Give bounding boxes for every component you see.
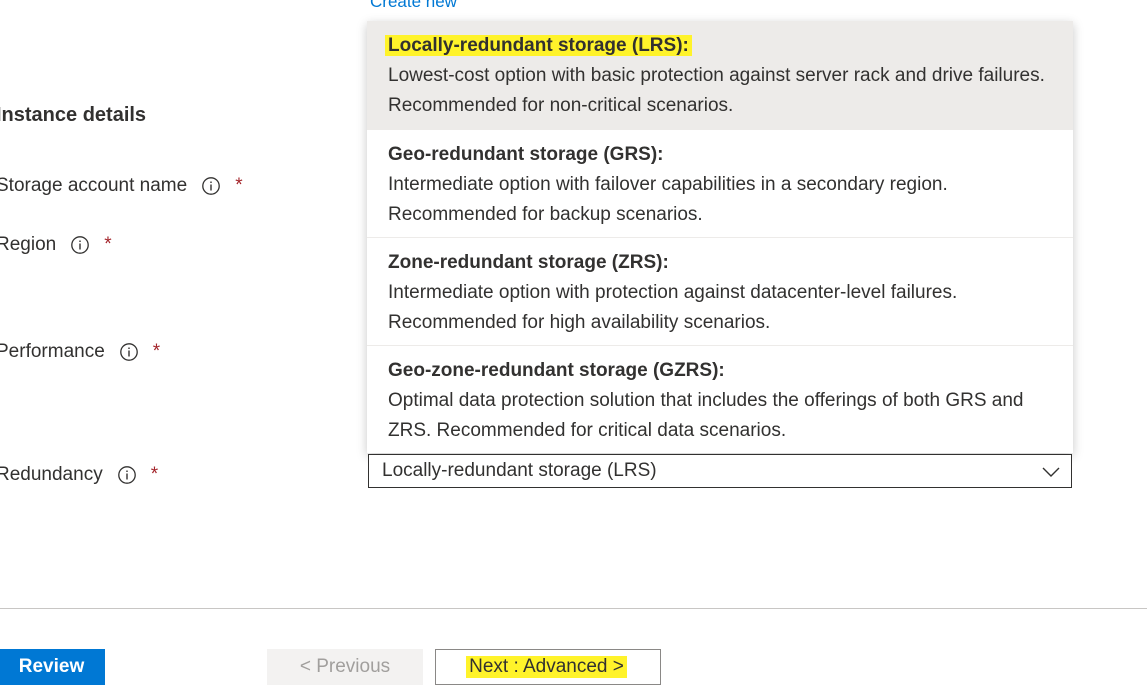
label-text: Redundancy: [0, 464, 103, 485]
option-title: Geo-zone-redundant storage (GZRS):: [388, 360, 725, 381]
redundancy-dropdown-list: Locally-redundant storage (LRS): Lowest-…: [367, 21, 1073, 453]
chevron-down-icon: [1042, 467, 1060, 477]
option-description: Lowest-cost option with basic protection…: [388, 65, 1045, 116]
previous-button[interactable]: < Previous: [267, 649, 423, 685]
field-label-region: Region *: [0, 234, 112, 256]
required-asterisk: *: [235, 175, 243, 196]
create-new-link[interactable]: Create new: [370, 0, 457, 12]
info-icon[interactable]: [119, 342, 139, 362]
label-text: Region: [0, 234, 57, 255]
info-icon[interactable]: [201, 176, 221, 196]
highlight-mark: Locally-redundant storage (LRS):: [385, 35, 692, 56]
footer-divider: [0, 608, 1147, 609]
next-advanced-button[interactable]: Next : Advanced >: [435, 649, 661, 685]
option-title: Geo-redundant storage (GRS):: [388, 144, 664, 165]
section-title-instance-details: Instance details: [0, 104, 147, 126]
required-asterisk: *: [150, 464, 159, 485]
option-description: Optimal data protection solution that in…: [388, 390, 1024, 441]
review-button[interactable]: Review: [0, 649, 105, 685]
redundancy-option-zrs[interactable]: Zone-redundant storage (ZRS): Intermedia…: [367, 237, 1073, 345]
redundancy-select[interactable]: Locally-redundant storage (LRS): [368, 454, 1072, 488]
info-icon[interactable]: [70, 235, 90, 255]
field-label-performance: Performance *: [0, 341, 160, 363]
option-title: Locally-redundant storage (LRS):: [385, 34, 1052, 58]
redundancy-selected-value: Locally-redundant storage (LRS): [382, 460, 657, 481]
label-text: Storage account name: [0, 175, 188, 196]
field-label-redundancy: Redundancy *: [0, 464, 158, 486]
label-text: Performance: [0, 341, 105, 362]
option-description: Intermediate option with failover capabi…: [388, 174, 948, 225]
redundancy-option-lrs[interactable]: Locally-redundant storage (LRS): Lowest-…: [367, 21, 1073, 129]
option-description: Intermediate option with protection agai…: [388, 282, 958, 333]
required-asterisk: *: [104, 234, 112, 255]
highlight-mark: Next : Advanced >: [466, 656, 627, 678]
redundancy-option-gzrs[interactable]: Geo-zone-redundant storage (GZRS): Optim…: [367, 345, 1073, 453]
info-icon[interactable]: [117, 465, 137, 485]
field-label-storage-account-name: Storage account name *: [0, 175, 243, 197]
required-asterisk: *: [152, 341, 161, 362]
option-title: Zone-redundant storage (ZRS):: [388, 252, 669, 273]
redundancy-option-grs[interactable]: Geo-redundant storage (GRS): Intermediat…: [367, 129, 1073, 237]
